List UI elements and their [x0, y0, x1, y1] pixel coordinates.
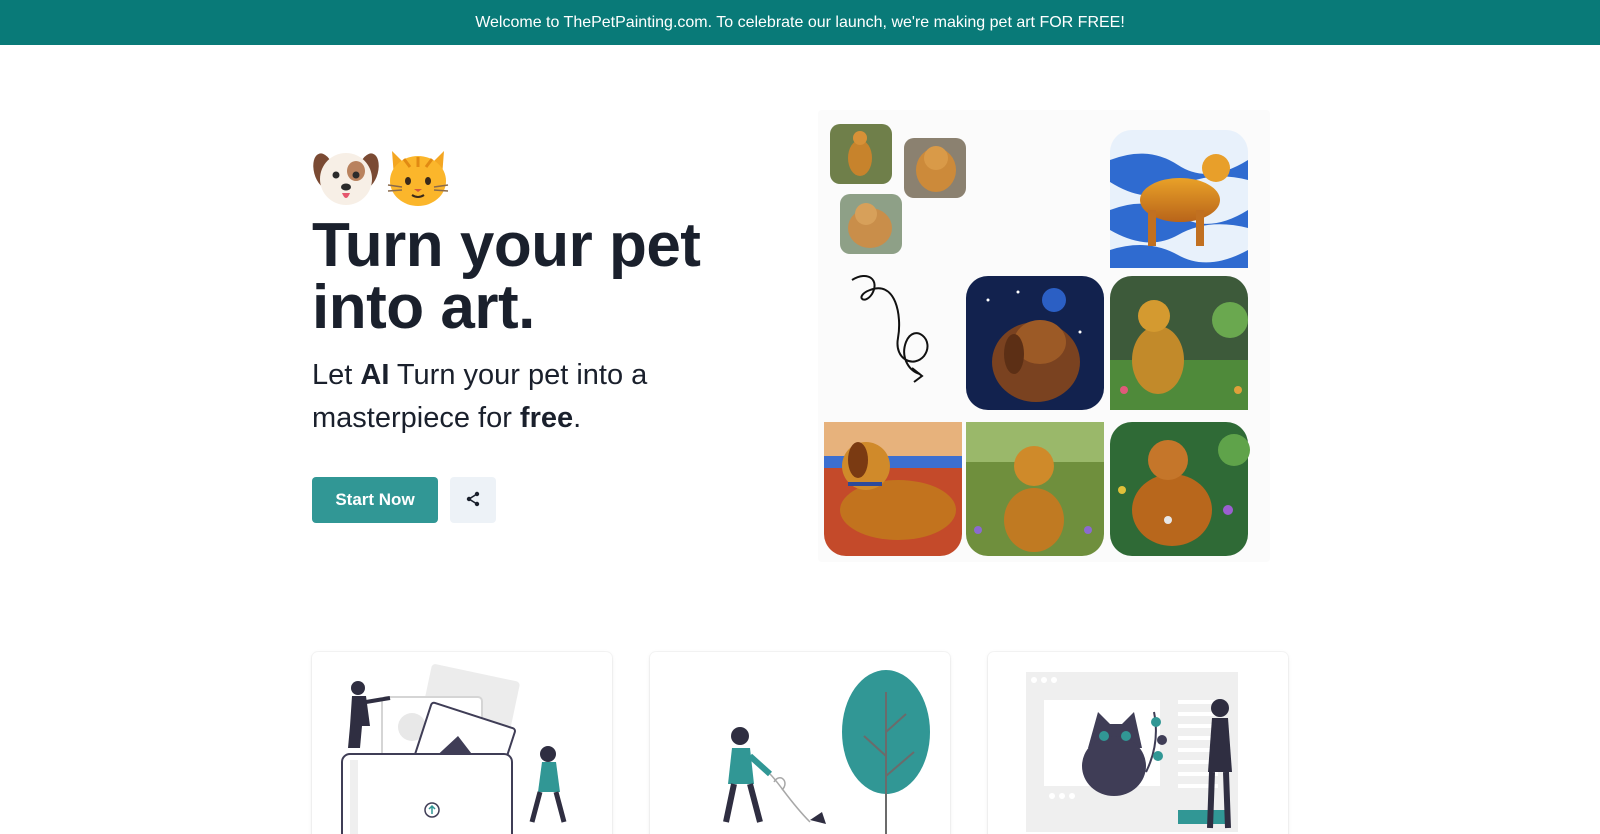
- hero-text-column: Turn your pet into art. Let AI Turn your…: [312, 145, 752, 440]
- subline-bold-free: free: [519, 402, 574, 434]
- subline-text-3: .: [573, 402, 582, 434]
- feature-card-painting: [988, 652, 1288, 834]
- dog-photo-small-2: [904, 138, 966, 198]
- cat-face-icon: [384, 145, 452, 209]
- upload-photo-illustration: [341, 664, 567, 834]
- dog-painting-garden-1: [1110, 276, 1248, 410]
- subline-text-1: Let: [312, 359, 361, 391]
- dog-painting-wave-background: [1110, 130, 1248, 268]
- dog-painting-garden-2: [966, 422, 1104, 556]
- hero-subline: Let AI Turn your pet into a masterpiece …: [312, 354, 752, 440]
- dog-painting-garden-3: [1110, 422, 1250, 556]
- banner-text: Welcome to ThePetPainting.com. To celebr…: [475, 13, 1125, 31]
- announcement-banner: Welcome to ThePetPainting.com. To celebr…: [0, 0, 1600, 45]
- start-now-button[interactable]: Start Now: [312, 477, 438, 523]
- emoji-row: [312, 145, 752, 209]
- subline-bold-ai: AI: [360, 359, 390, 391]
- feature-card-walk: [650, 652, 950, 834]
- share-button[interactable]: [450, 477, 496, 523]
- cat-painting-illustration: [1026, 672, 1238, 832]
- hero-headline: Turn your pet into art.: [312, 211, 701, 342]
- curly-arrow-icon: [851, 275, 929, 383]
- dog-painting-night-sky: [966, 276, 1104, 410]
- dog-face-icon: [312, 145, 380, 209]
- feature-card-upload: [312, 652, 612, 834]
- dog-photo-small-3: [840, 194, 902, 254]
- share-icon: [465, 491, 481, 510]
- walking-dog-tree-illustration: [723, 670, 930, 834]
- hero-actions: Start Now: [312, 477, 496, 523]
- dog-painting-desert: [824, 422, 962, 556]
- dog-photo-small-1: [830, 124, 892, 184]
- pet-art-gallery: [818, 110, 1270, 562]
